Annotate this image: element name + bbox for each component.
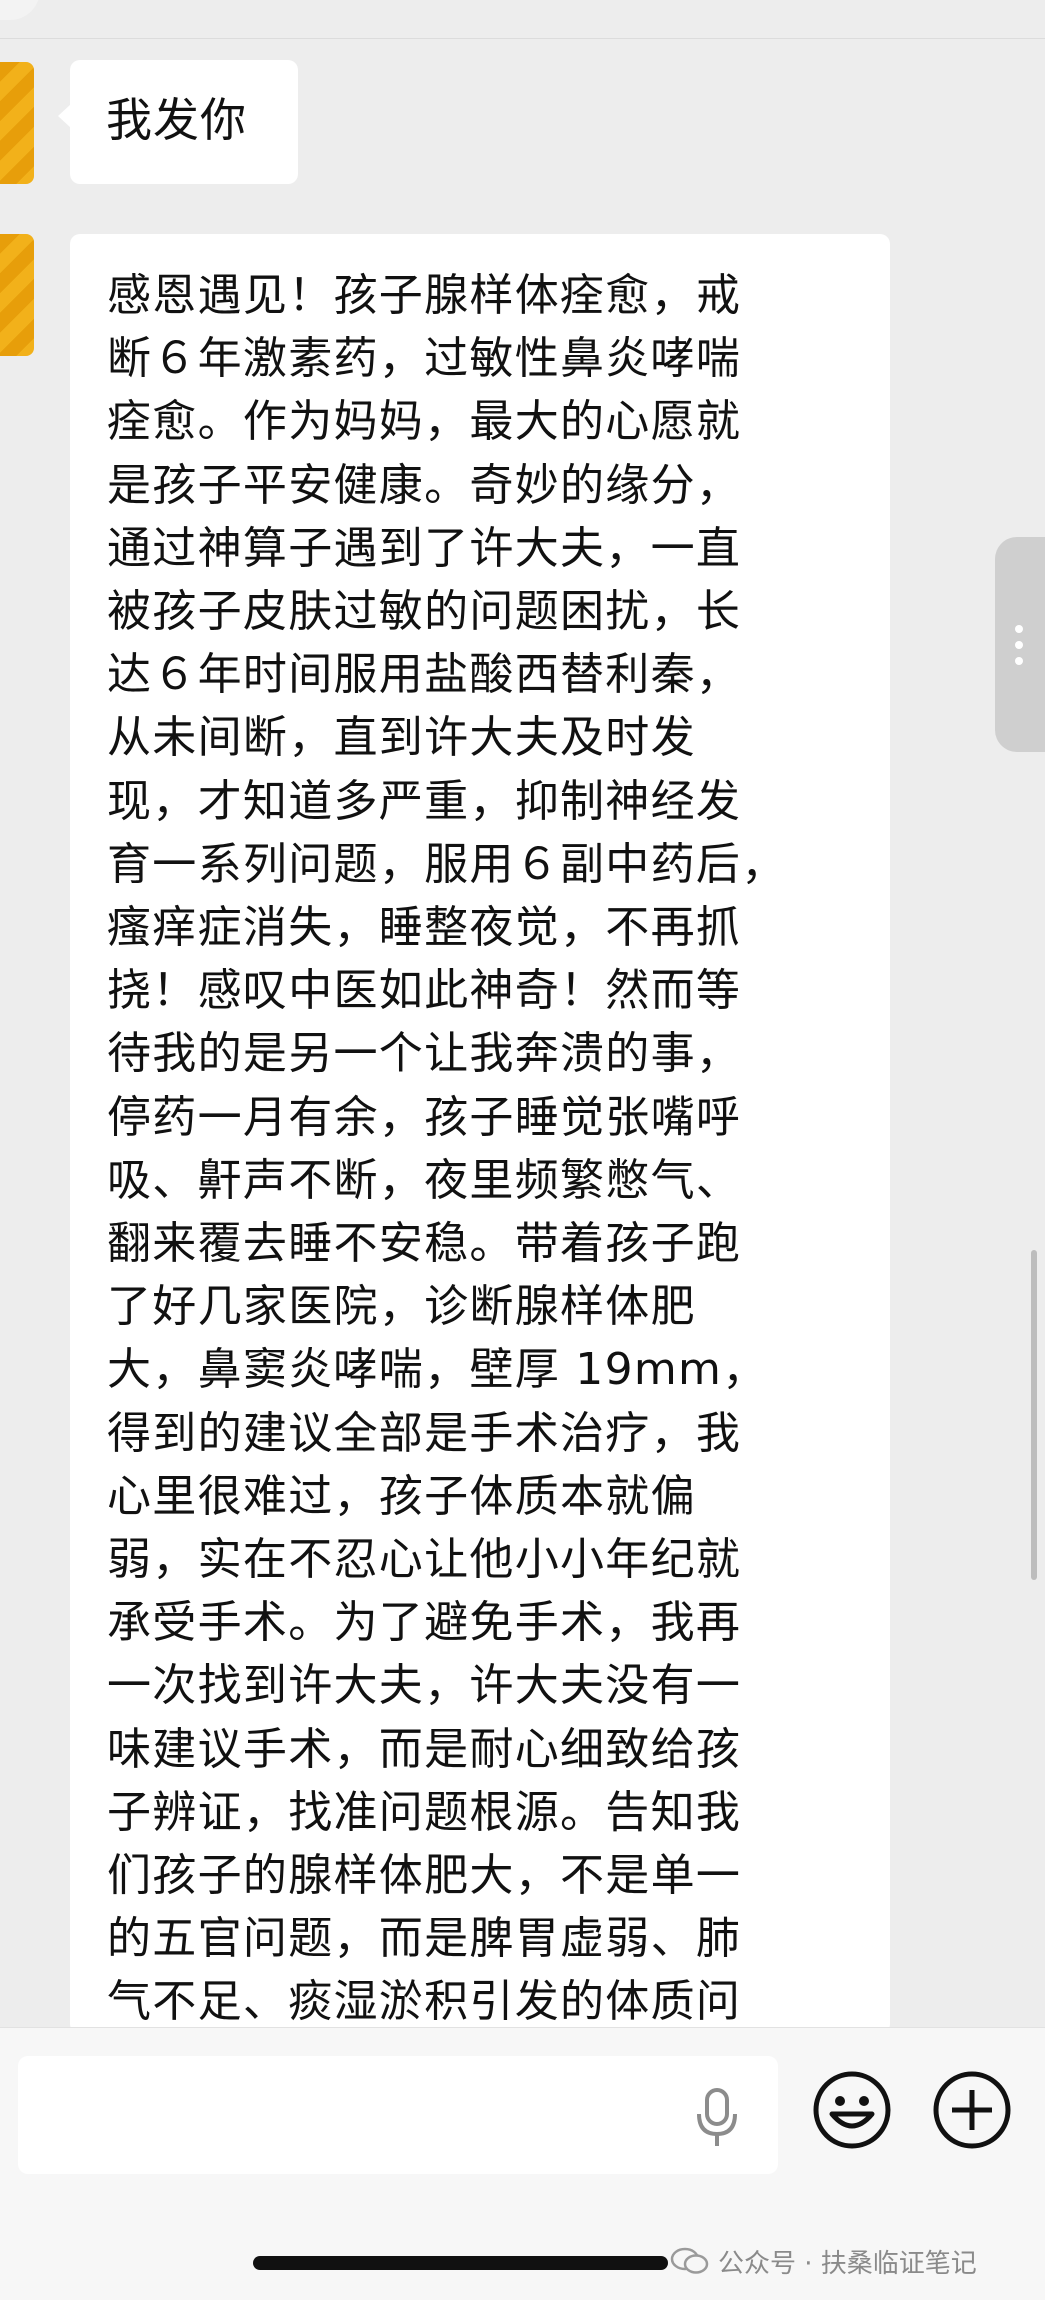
top-separator	[0, 0, 1045, 39]
watermark: 公众号 · 扶桑临证笔记	[670, 2238, 977, 2284]
message-bubble[interactable]: 感恩遇见！孩子腺样体痊愈，戒 断６年激素药，过敏性鼻炎哮喘 痊愈。作为妈妈，最大…	[70, 234, 890, 2034]
watermark-text: 公众号 · 扶桑临证笔记	[718, 2248, 977, 2279]
microphone-icon[interactable]	[690, 2086, 744, 2150]
message-text: 我发你	[106, 93, 247, 147]
avatar[interactable]	[0, 234, 34, 356]
plus-circle-icon[interactable]	[932, 2070, 1012, 2150]
scrollbar-thumb[interactable]	[1031, 1250, 1037, 1580]
message-bubble[interactable]: 我发你	[58, 60, 298, 184]
smiley-face-icon[interactable]	[812, 2070, 892, 2150]
chat-input-bar: 公众号 · 扶桑临证笔记	[0, 2027, 1045, 2300]
bubble-tail	[70, 284, 71, 308]
bubble-tail	[58, 104, 71, 128]
wechat-logo-icon	[670, 2247, 709, 2274]
side-panel-handle[interactable]	[995, 537, 1045, 752]
message-input[interactable]	[18, 2056, 778, 2174]
message-text: 感恩遇见！孩子腺样体痊愈，戒 断６年激素药，过敏性鼻炎哮喘 痊愈。作为妈妈，最大…	[107, 270, 787, 2028]
home-indicator[interactable]	[253, 2256, 668, 2270]
avatar[interactable]	[0, 62, 34, 184]
previous-message-edge	[0, 0, 40, 20]
